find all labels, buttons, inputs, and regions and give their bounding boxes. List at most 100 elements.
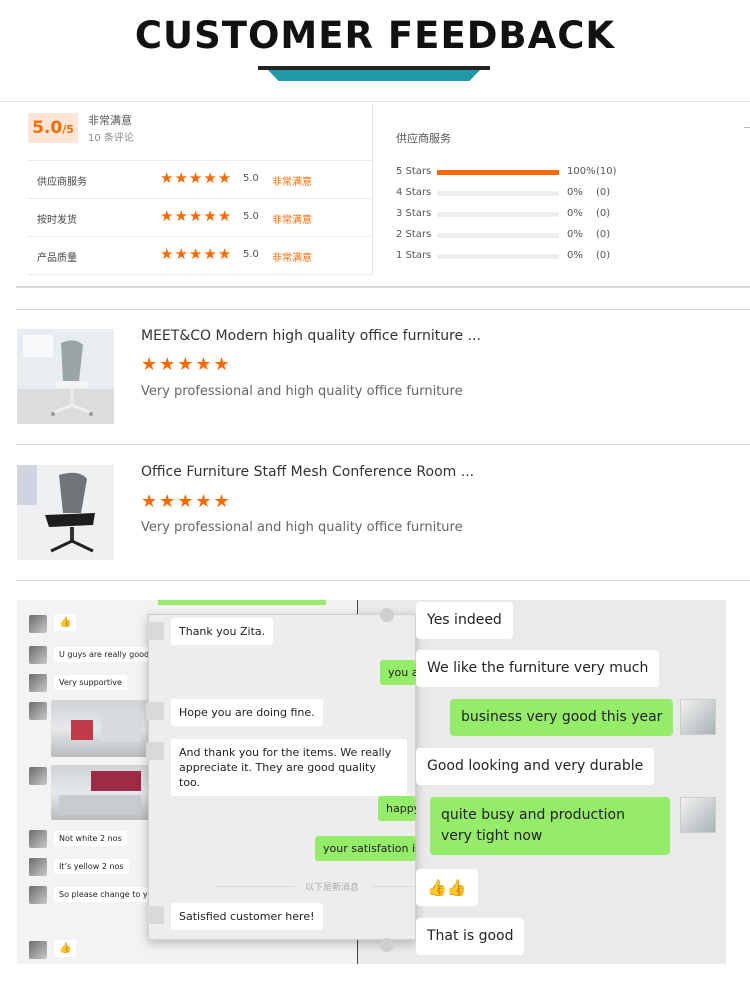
distribution-label: 4 Stars (396, 187, 432, 198)
avatar (380, 938, 394, 952)
divider (372, 886, 416, 887)
review-text: Very professional and high quality offic… (141, 520, 463, 535)
criteria-label: 产品质量 (37, 253, 77, 264)
chat-message: And thank you for the items. We really a… (171, 739, 407, 796)
distribution-row: 5 Stars 100% (10) (396, 166, 656, 180)
chat-message-sent: you a (380, 660, 416, 685)
distribution-bar (437, 212, 559, 217)
chat-message: Very supportive (54, 675, 127, 690)
criteria-label: 按时发货 (37, 215, 77, 226)
chat-message: We like the furniture very much (416, 650, 660, 687)
distribution-count: (0) (596, 187, 611, 198)
review-count: 10 条评论 (88, 133, 134, 144)
chat-message: That is good (416, 918, 525, 955)
distribution-row: 3 Stars 0% (0) (396, 208, 656, 222)
overall-satisfaction: 非常满意 (88, 114, 132, 127)
distribution-bar (437, 233, 559, 238)
distribution-title: 供应商服务 (396, 132, 451, 145)
criteria-row-delivery: 按时发货 ★★★★★ 5.0 非常满意 (27, 198, 372, 235)
thumbs-up-icon: 👍 (54, 614, 77, 631)
distribution-bar (437, 191, 559, 196)
review-star-icon: ★★★★★ (141, 491, 232, 512)
criteria-verdict: 非常满意 (272, 215, 312, 226)
criteria-score: 5.0 (243, 211, 259, 222)
chat-message: Good looking and very durable (416, 748, 655, 785)
distribution-count: (0) (596, 208, 611, 219)
chat-message: Hope you are doing fine. (171, 699, 323, 726)
chat-message: U guys are really good (54, 647, 155, 662)
distribution-label: 3 Stars (396, 208, 432, 219)
distribution-percent: 0% (567, 229, 583, 240)
divider (16, 286, 750, 288)
avatar (146, 906, 164, 924)
criteria-verdict: 非常满意 (272, 253, 312, 264)
avatar (680, 699, 716, 735)
criteria-score: 5.0 (243, 249, 259, 260)
avatar (29, 767, 47, 785)
avatar (29, 615, 47, 633)
chat-bubble-partial (158, 600, 326, 605)
avatar (29, 830, 47, 848)
chat-photo-message[interactable] (51, 765, 149, 820)
avatar (146, 742, 164, 760)
distribution-percent: 100% (567, 166, 596, 177)
chat-message: It’s yellow 2 nos (54, 859, 129, 874)
overall-score: 5.0 (32, 118, 63, 138)
review-product-title[interactable]: MEET&CO Modern high quality office furni… (141, 328, 481, 344)
distribution-count: (10) (596, 166, 617, 177)
star-rating-icon: ★★★★★ (160, 207, 233, 225)
criteria-verdict: 非常满意 (272, 177, 312, 188)
distribution-percent: 0% (567, 250, 583, 261)
distribution-count: (0) (596, 250, 611, 261)
distribution-row: 2 Stars 0% (0) (396, 229, 656, 243)
chat-message: Yes indeed (416, 602, 513, 639)
avatar (29, 674, 47, 692)
product-image-mesh-chair[interactable] (17, 465, 114, 560)
overall-score-badge: 5.0/5 (28, 113, 78, 143)
divider (16, 444, 750, 445)
avatar (29, 858, 47, 876)
product-image-office-chair[interactable] (17, 329, 114, 424)
title-underline (258, 66, 490, 70)
divider (0, 101, 750, 102)
avatar (680, 797, 716, 833)
criteria-label: 供应商服务 (37, 177, 87, 188)
divider (744, 127, 750, 128)
avatar (380, 608, 394, 622)
distribution-bar-fill (437, 170, 559, 175)
chat-message-sent: business very good this year (450, 699, 674, 736)
criteria-row-service: 供应商服务 ★★★★★ 5.0 非常满意 (27, 160, 372, 197)
distribution-percent: 0% (567, 187, 583, 198)
title-accent-bar (268, 70, 480, 81)
distribution-row: 4 Stars 0% (0) (396, 187, 656, 201)
avatar (29, 941, 47, 959)
avatar (29, 646, 47, 664)
distribution-bar (437, 170, 559, 175)
chat-message-sent: your satisfation is (315, 836, 416, 861)
distribution-percent: 0% (567, 208, 583, 219)
score-max: /5 (62, 123, 74, 136)
criteria-row-quality: 产品质量 ★★★★★ 5.0 非常满意 (27, 236, 372, 273)
page-title: CUSTOMER FEEDBACK (134, 14, 616, 57)
distribution-bar (437, 254, 559, 259)
chat-photo-message[interactable] (51, 700, 149, 757)
avatar (29, 702, 47, 720)
distribution-label: 5 Stars (396, 166, 432, 177)
star-rating-icon: ★★★★★ (160, 245, 233, 263)
divider (16, 580, 750, 581)
avatar (146, 622, 164, 640)
distribution-count: (0) (596, 229, 611, 240)
distribution-row: 1 Stars 0% (0) (396, 250, 656, 264)
star-rating-icon: ★★★★★ (160, 169, 233, 187)
distribution-label: 1 Stars (396, 250, 432, 261)
review-star-icon: ★★★★★ (141, 354, 232, 375)
chat-message: Satisfied customer here! (171, 903, 323, 930)
review-product-title[interactable]: Office Furniture Staff Mesh Conference R… (141, 464, 474, 480)
divider (27, 274, 372, 275)
avatar (29, 886, 47, 904)
chat-message: So please change to ye (54, 887, 148, 902)
thumbs-up-icon: 👍 (54, 940, 77, 957)
divider (16, 309, 750, 310)
chat-message-sent: happy (378, 796, 416, 821)
chat-message: Not white 2 nos (54, 831, 127, 846)
